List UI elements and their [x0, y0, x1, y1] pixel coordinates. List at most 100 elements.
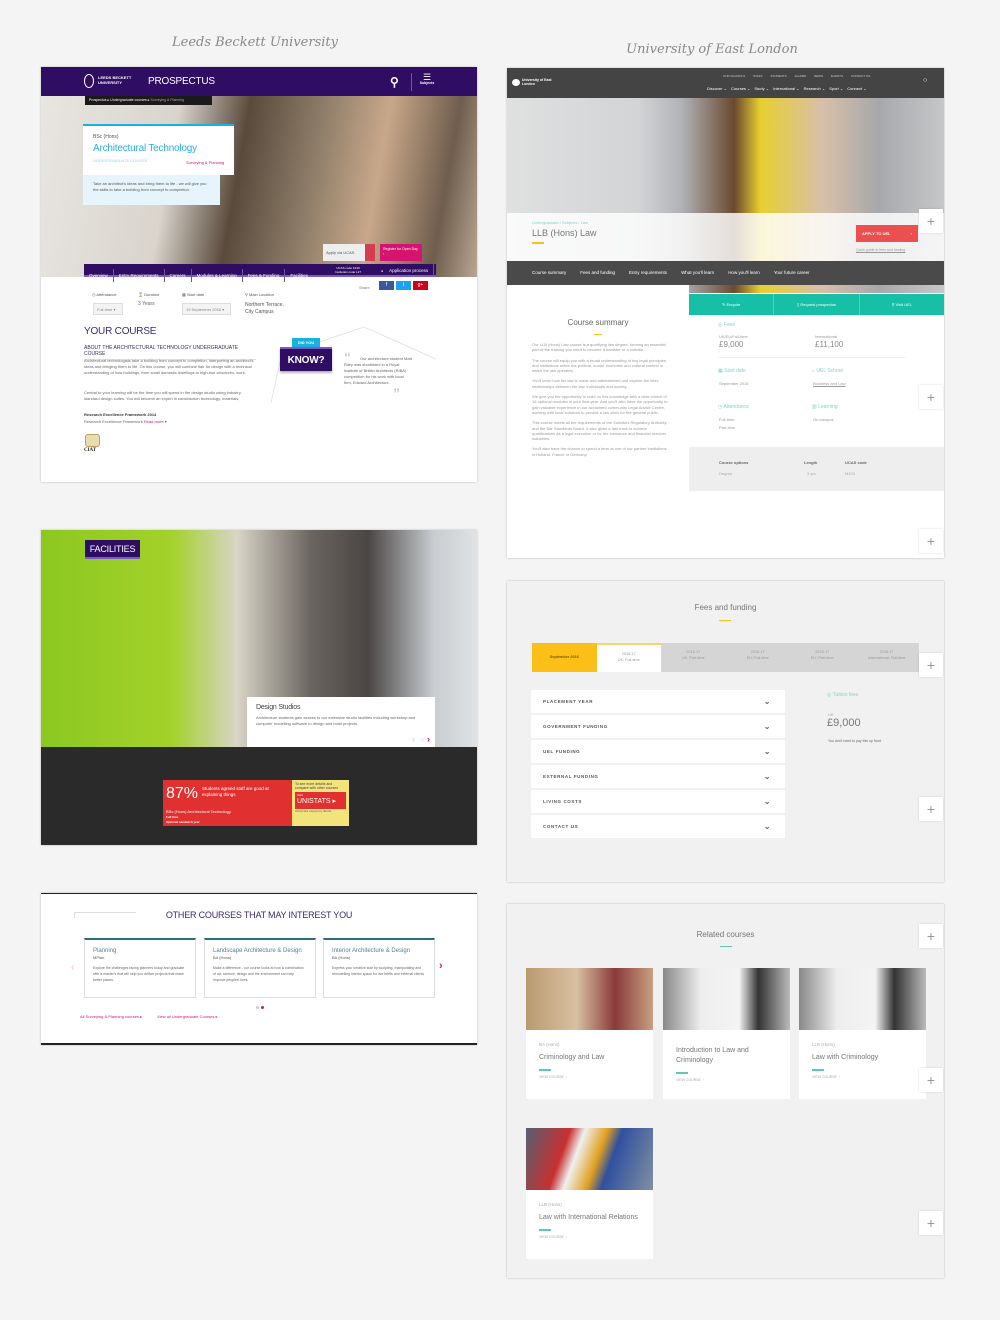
tab-entry[interactable]: Entry requirements	[629, 270, 667, 275]
expand-plus-button[interactable]: +	[919, 1211, 943, 1235]
main-nav-item[interactable]: International ⌄	[773, 86, 799, 91]
tab-course-summary[interactable]: Course summary	[532, 270, 566, 275]
main-nav-item[interactable]: Courses ⌄	[731, 86, 750, 91]
related-course-card[interactable]: LLB (Hons) Law with International Relatio…	[526, 1128, 653, 1259]
top-nav-item[interactable]: NEWS	[814, 74, 823, 78]
open-day-button[interactable]: Register for Open Day ›	[380, 244, 422, 261]
carousel-prev-icon[interactable]: ‹	[71, 962, 74, 973]
accordion-contact-us[interactable]: CONTACT US ⌄	[531, 815, 785, 838]
facebook-share-button[interactable]: f	[379, 281, 394, 290]
course-tabs: Course summary Fees and funding Entry requ…	[507, 261, 944, 285]
main-nav-item[interactable]: Sport ⌄	[829, 86, 843, 91]
course-card[interactable]: Interior Architecture & Design BA (Hons) E…	[323, 938, 435, 998]
breadcrumb-item[interactable]: Prospectus	[89, 98, 107, 102]
accordion-placement-year[interactable]: PLACEMENT YEAR ⌄	[531, 690, 785, 713]
school-link[interactable]: Business and Law	[813, 381, 845, 387]
tab-learn[interactable]: What you'll learn	[681, 270, 714, 275]
top-nav-item[interactable]: STAFF	[753, 74, 762, 78]
apply-button[interactable]: APPLY TO UEL ›	[856, 225, 918, 242]
read-more-link[interactable]: Read more	[144, 419, 164, 424]
accordion-government-funding[interactable]: GOVERNMENT FUNDING ⌄	[531, 715, 785, 738]
nav-overview[interactable]: Overview	[84, 269, 114, 282]
carousel-dot[interactable]	[256, 1006, 259, 1009]
subjects-menu-button[interactable]: ☰ Subjects	[417, 73, 437, 86]
top-nav-item[interactable]: STUDENTS	[770, 74, 786, 78]
col-header: Length	[804, 460, 818, 465]
duration-label: ⌛ Duration	[138, 292, 160, 297]
main-nav-item[interactable]: Discover ⌄	[707, 86, 727, 91]
course-card[interactable]: Landscape Architecture & Design BA (Hons)…	[204, 938, 316, 998]
request-prospectus-button[interactable]: ▯ Request prospectus	[774, 294, 860, 315]
breadcrumb-item[interactable]: Undergraduate courses	[110, 98, 147, 102]
expand-plus-button[interactable]: +	[919, 924, 943, 948]
tab-fees[interactable]: Fees and funding	[580, 270, 615, 275]
fee-tab[interactable]: 2016-17 EU: Part-time	[790, 643, 855, 672]
all-surveying-link[interactable]: All Surveying & Planning courses ▸	[80, 1014, 142, 1020]
accordion-uel-funding[interactable]: UEL FUNDING ⌄	[531, 740, 785, 763]
lbu-other-courses: OTHER COURSES THAT MAY INTEREST YOU ‹ Pl…	[41, 893, 477, 1045]
twitter-share-button[interactable]: t	[396, 281, 411, 290]
carousel-next-icon[interactable]: ›	[439, 960, 443, 972]
facility-card: Design Studios Architecture students gai…	[247, 697, 435, 747]
main-nav-item[interactable]: Research ⌄	[804, 86, 826, 91]
expand-plus-button[interactable]: +	[919, 1068, 943, 1092]
carousel-dot-active[interactable]	[261, 1006, 264, 1009]
related-courses-heading: Related courses	[696, 930, 755, 939]
course-subject-link[interactable]: Surveying & Planning	[186, 160, 224, 166]
did-you-label: DID YOU	[292, 338, 320, 347]
nav-modules[interactable]: Modules & Learning	[192, 269, 243, 282]
visit-unistats-button[interactable]: Visit UNISTATS ▸	[295, 792, 346, 809]
expand-plus-button[interactable]: +	[919, 209, 943, 233]
top-nav-item[interactable]: OUR SCHOOLS	[723, 74, 745, 78]
expand-plus-button[interactable]: +	[919, 653, 943, 677]
expand-plus-button[interactable]: +	[919, 529, 943, 553]
tab-career[interactable]: Your future career	[774, 270, 810, 275]
fee-tab[interactable]: 2016-17 UK: Full-time	[596, 643, 661, 672]
fee-tab[interactable]: 2016-17 EU: Full-time	[726, 643, 791, 672]
all-undergraduate-link[interactable]: View all Undergraduate Courses ▸	[157, 1014, 218, 1020]
related-course-card[interactable]: LLB (Hons) Law with Criminology VIEW COURS…	[799, 968, 926, 1099]
search-icon[interactable]: ⚲	[390, 75, 399, 89]
fee-tab-september[interactable]: September 2016	[532, 643, 597, 672]
search-icon[interactable]: ○	[923, 77, 927, 84]
nav-fees[interactable]: Fees & Funding	[243, 269, 286, 282]
related-course-card[interactable]: BA (Hons) Criminology and Law VIEW COURSE …	[526, 968, 653, 1099]
apply-ucas-button[interactable]: Apply via UCAS	[323, 244, 366, 261]
tab-how[interactable]: How you'll learn	[728, 270, 760, 275]
tuition-note: You don't need to pay this up front	[828, 739, 881, 743]
nav-careers[interactable]: Careers	[165, 269, 192, 282]
visit-uel-button[interactable]: ⚲ Visit UEL	[860, 294, 944, 315]
stat-percentage: 87%	[166, 785, 199, 802]
prospectus-title: PROSPECTUS	[148, 76, 215, 87]
top-nav-item[interactable]: CONTACT US	[851, 74, 870, 78]
chevron-down-icon: ⌄	[763, 697, 771, 706]
main-nav-item[interactable]: Study ⌄	[754, 86, 769, 91]
quote-close-icon: ”	[393, 385, 400, 401]
expand-plus-button[interactable]: +	[919, 797, 943, 821]
quick-guide-link[interactable]: Quick guide to fees and funding	[856, 248, 905, 252]
chevron-right-icon[interactable]: ›	[427, 734, 430, 744]
expand-plus-button[interactable]: +	[919, 385, 943, 409]
application-process-link[interactable]: ● Application process	[381, 264, 435, 278]
breadcrumb-item[interactable]: Surveying & Planning	[151, 98, 184, 102]
top-nav-item[interactable]: EVENTS	[831, 74, 843, 78]
main-nav-item[interactable]: Connect ⌄	[847, 86, 866, 91]
enquire-button[interactable]: ✎ Enquire	[689, 294, 775, 315]
ref-text: Research Excellence Framework Read more …	[84, 419, 167, 424]
fee-tab[interactable]: 2016-17 International: Full-time	[855, 643, 920, 672]
course-card[interactable]: Planning MPlan Explore the challenges faci…	[84, 938, 196, 998]
breadcrumb[interactable]: Undergraduate / Subjects / Law	[532, 220, 588, 226]
nav-facilities[interactable]: Facilities	[285, 269, 313, 282]
related-course-card[interactable]: Introduction to Law and Criminology VIEW …	[663, 968, 790, 1099]
nav-entry-requirements[interactable]: Entry Requirements	[114, 269, 165, 282]
accordion-living-costs[interactable]: LIVING COSTS ⌄	[531, 790, 785, 813]
start-date-select[interactable]: 19 September 2016 ▾	[182, 303, 231, 315]
chevron-left-icon[interactable]: ‹	[412, 734, 415, 744]
top-nav-item[interactable]: ALUMNI	[795, 74, 806, 78]
fee-tab[interactable]: 2016-17 UK: Part-time	[661, 643, 726, 672]
ciat-logo	[85, 434, 100, 447]
accordion-external-funding[interactable]: EXTERNAL FUNDING ⌄	[531, 765, 785, 788]
attendance-select[interactable]: Full-time ▾	[93, 303, 123, 315]
tuition-fees-label: ◎ Tuition fees	[827, 692, 859, 698]
google-share-button[interactable]: g+	[413, 281, 428, 290]
